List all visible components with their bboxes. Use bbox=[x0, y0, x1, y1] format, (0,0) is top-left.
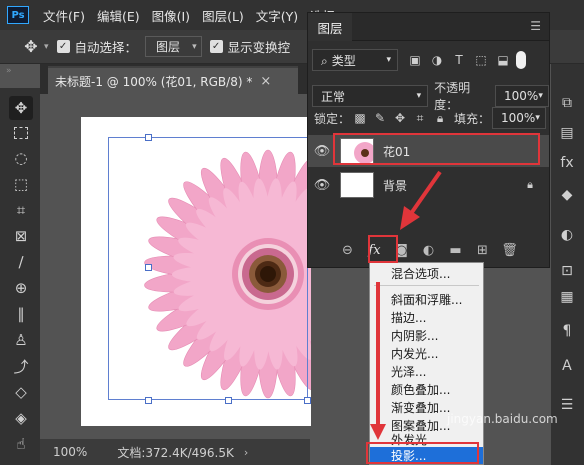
arrow-to-fx-icon bbox=[408, 170, 442, 217]
annotation-arrows bbox=[370, 170, 442, 440]
watermark: jingyan.baidu.com bbox=[447, 412, 558, 426]
arrow-head-icon bbox=[370, 424, 386, 440]
arrow-head-icon bbox=[400, 206, 420, 230]
